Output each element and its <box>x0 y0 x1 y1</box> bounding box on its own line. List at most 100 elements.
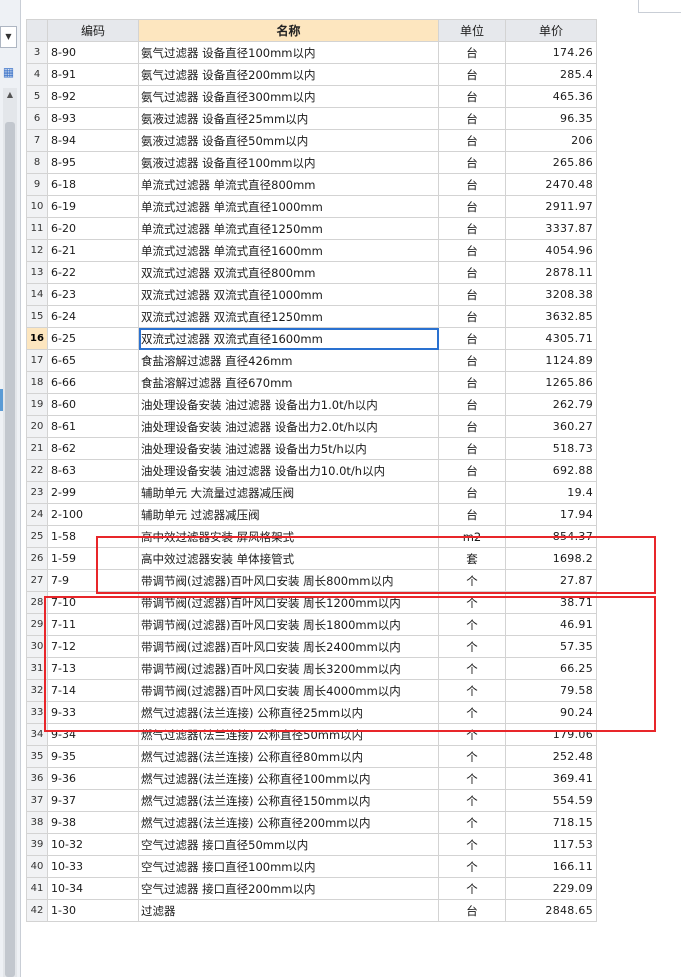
name-cell[interactable]: 油处理设备安装 油过滤器 设备出力5t/h以内 <box>138 437 439 460</box>
price-cell[interactable]: 1698.2 <box>505 547 597 570</box>
price-cell[interactable]: 206 <box>505 129 597 152</box>
name-column-header[interactable]: 名称 <box>138 19 439 42</box>
name-cell[interactable]: 氨气过滤器 设备直径300mm以内 <box>138 85 439 108</box>
code-cell[interactable]: 6-24 <box>47 305 139 328</box>
table-row[interactable]: 3 8-90 氨气过滤器 设备直径100mm以内台 174.26 <box>26 41 597 64</box>
price-cell[interactable]: 166.11 <box>505 855 597 878</box>
row-number-cell[interactable]: 16 <box>26 327 48 350</box>
row-number-cell[interactable]: 37 <box>26 789 48 812</box>
row-number-cell[interactable]: 11 <box>26 217 48 240</box>
unit-cell[interactable]: 台 <box>438 261 506 284</box>
code-cell[interactable]: 8-91 <box>47 63 139 86</box>
price-cell[interactable]: 2470.48 <box>505 173 597 196</box>
name-cell[interactable]: 辅助单元 过滤器减压阀 <box>138 503 439 526</box>
code-cell[interactable]: 8-94 <box>47 129 139 152</box>
code-cell[interactable]: 6-20 <box>47 217 139 240</box>
table-row[interactable]: 16 6-25 双流式过滤器 双流式直径1600mm 台 4305.71 <box>26 327 597 350</box>
table-row[interactable]: 8 8-95 氨液过滤器 设备直径100mm以内台 265.86 <box>26 151 597 174</box>
price-cell[interactable]: 96.35 <box>505 107 597 130</box>
unit-cell[interactable]: 个 <box>438 613 506 636</box>
table-row[interactable]: 13 6-22 双流式过滤器 双流式直径800mm 台 2878.11 <box>26 261 597 284</box>
table-row[interactable]: 39 10-32 空气过滤器 接口直径50mm以内个 117.53 <box>26 833 597 856</box>
row-number-cell[interactable]: 34 <box>26 723 48 746</box>
table-row[interactable]: 18 6-66 食盐溶解过滤器 直径670mm 台 1265.86 <box>26 371 597 394</box>
price-cell[interactable]: 3208.38 <box>505 283 597 306</box>
price-cell[interactable]: 4054.96 <box>505 239 597 262</box>
unit-cell[interactable]: 台 <box>438 173 506 196</box>
price-cell[interactable]: 252.48 <box>505 745 597 768</box>
row-number-cell[interactable]: 36 <box>26 767 48 790</box>
price-cell[interactable]: 3337.87 <box>505 217 597 240</box>
code-cell[interactable]: 8-92 <box>47 85 139 108</box>
name-cell[interactable]: 双流式过滤器 双流式直径1000mm <box>138 283 439 306</box>
code-cell[interactable]: 1-30 <box>47 899 139 922</box>
unit-cell[interactable]: 个 <box>438 679 506 702</box>
code-cell[interactable]: 10-33 <box>47 855 139 878</box>
row-number-cell[interactable]: 38 <box>26 811 48 834</box>
code-cell[interactable]: 7-12 <box>47 635 139 658</box>
name-cell[interactable]: 燃气过滤器(法兰连接) 公称直径80mm以内 <box>138 745 439 768</box>
unit-cell[interactable]: 个 <box>438 855 506 878</box>
unit-cell[interactable]: 台 <box>438 63 506 86</box>
table-row[interactable]: 35 9-35 燃气过滤器(法兰连接) 公称直径80mm以内个 252.48 <box>26 745 597 768</box>
name-cell[interactable]: 燃气过滤器(法兰连接) 公称直径200mm以内 <box>138 811 439 834</box>
table-row[interactable]: 22 8-63 油处理设备安装 油过滤器 设备出力10.0t/h以内台 692.88 <box>26 459 597 482</box>
row-number-cell[interactable]: 14 <box>26 283 48 306</box>
code-cell[interactable]: 6-23 <box>47 283 139 306</box>
table-row[interactable]: 14 6-23 双流式过滤器 双流式直径1000mm 台 3208.38 <box>26 283 597 306</box>
row-number-cell[interactable]: 3 <box>26 41 48 64</box>
name-cell[interactable]: 油处理设备安装 油过滤器 设备出力2.0t/h以内 <box>138 415 439 438</box>
code-cell[interactable]: 6-65 <box>47 349 139 372</box>
table-row[interactable]: 30 7-12 带调节阀(过滤器)百叶风口安装 周长2400mm以内个 57.35 <box>26 635 597 658</box>
code-cell[interactable]: 6-18 <box>47 173 139 196</box>
unit-cell[interactable]: 台 <box>438 371 506 394</box>
price-cell[interactable]: 518.73 <box>505 437 597 460</box>
table-row[interactable]: 9 6-18 单流式过滤器 单流式直径800mm 台 2470.48 <box>26 173 597 196</box>
price-column-header[interactable]: 单价 <box>505 19 597 42</box>
top-input-field[interactable] <box>638 0 681 13</box>
table-row[interactable]: 4 8-91 氨气过滤器 设备直径200mm以内台 285.4 <box>26 63 597 86</box>
code-cell[interactable]: 6-22 <box>47 261 139 284</box>
price-cell[interactable]: 90.24 <box>505 701 597 724</box>
unit-cell[interactable]: 个 <box>438 569 506 592</box>
code-cell[interactable]: 8-90 <box>47 41 139 64</box>
table-row[interactable]: 19 8-60 油处理设备安装 油过滤器 设备出力1.0t/h以内台 262.79 <box>26 393 597 416</box>
row-number-cell[interactable]: 23 <box>26 481 48 504</box>
name-cell[interactable]: 空气过滤器 接口直径50mm以内 <box>138 833 439 856</box>
name-cell[interactable]: 空气过滤器 接口直径200mm以内 <box>138 877 439 900</box>
table-row[interactable]: 27 7-9 带调节阀(过滤器)百叶风口安装 周长800mm以内个 27.87 <box>26 569 597 592</box>
code-cell[interactable]: 9-33 <box>47 701 139 724</box>
price-cell[interactable]: 17.94 <box>505 503 597 526</box>
name-cell[interactable]: 燃气过滤器(法兰连接) 公称直径50mm以内 <box>138 723 439 746</box>
unit-cell[interactable]: 个 <box>438 833 506 856</box>
unit-cell[interactable]: 个 <box>438 635 506 658</box>
name-cell[interactable]: 高中效过滤器安装 单体接管式 <box>138 547 439 570</box>
unit-cell[interactable]: 台 <box>438 41 506 64</box>
row-number-cell[interactable]: 40 <box>26 855 48 878</box>
name-cell[interactable]: 单流式过滤器 单流式直径1600mm <box>138 239 439 262</box>
price-cell[interactable]: 57.35 <box>505 635 597 658</box>
price-cell[interactable]: 2878.11 <box>505 261 597 284</box>
price-cell[interactable]: 265.86 <box>505 151 597 174</box>
row-number-cell[interactable]: 42 <box>26 899 48 922</box>
unit-cell[interactable]: 个 <box>438 877 506 900</box>
code-cell[interactable]: 8-63 <box>47 459 139 482</box>
table-row[interactable]: 15 6-24 双流式过滤器 双流式直径1250mm 台 3632.85 <box>26 305 597 328</box>
table-row[interactable]: 10 6-19 单流式过滤器 单流式直径1000mm 台 2911.97 <box>26 195 597 218</box>
name-cell[interactable]: 高中效过滤器安装 屏风格架式 <box>138 525 439 548</box>
price-cell[interactable]: 38.71 <box>505 591 597 614</box>
table-row[interactable]: 25 1-58 高中效过滤器安装 屏风格架式 m2 854.37 <box>26 525 597 548</box>
row-number-cell[interactable]: 17 <box>26 349 48 372</box>
unit-cell[interactable]: 台 <box>438 85 506 108</box>
code-cell[interactable]: 7-9 <box>47 569 139 592</box>
row-number-cell[interactable]: 41 <box>26 877 48 900</box>
unit-cell[interactable]: 台 <box>438 195 506 218</box>
price-cell[interactable]: 360.27 <box>505 415 597 438</box>
unit-cell[interactable]: 台 <box>438 305 506 328</box>
unit-cell[interactable]: 个 <box>438 767 506 790</box>
table-row[interactable]: 21 8-62 油处理设备安装 油过滤器 设备出力5t/h以内台 518.73 <box>26 437 597 460</box>
unit-cell[interactable]: 个 <box>438 701 506 724</box>
dropdown-button[interactable]: ▼ <box>0 26 17 48</box>
table-row[interactable]: 7 8-94 氨液过滤器 设备直径50mm以内台 206 <box>26 129 597 152</box>
name-cell[interactable]: 氨气过滤器 设备直径100mm以内 <box>138 41 439 64</box>
